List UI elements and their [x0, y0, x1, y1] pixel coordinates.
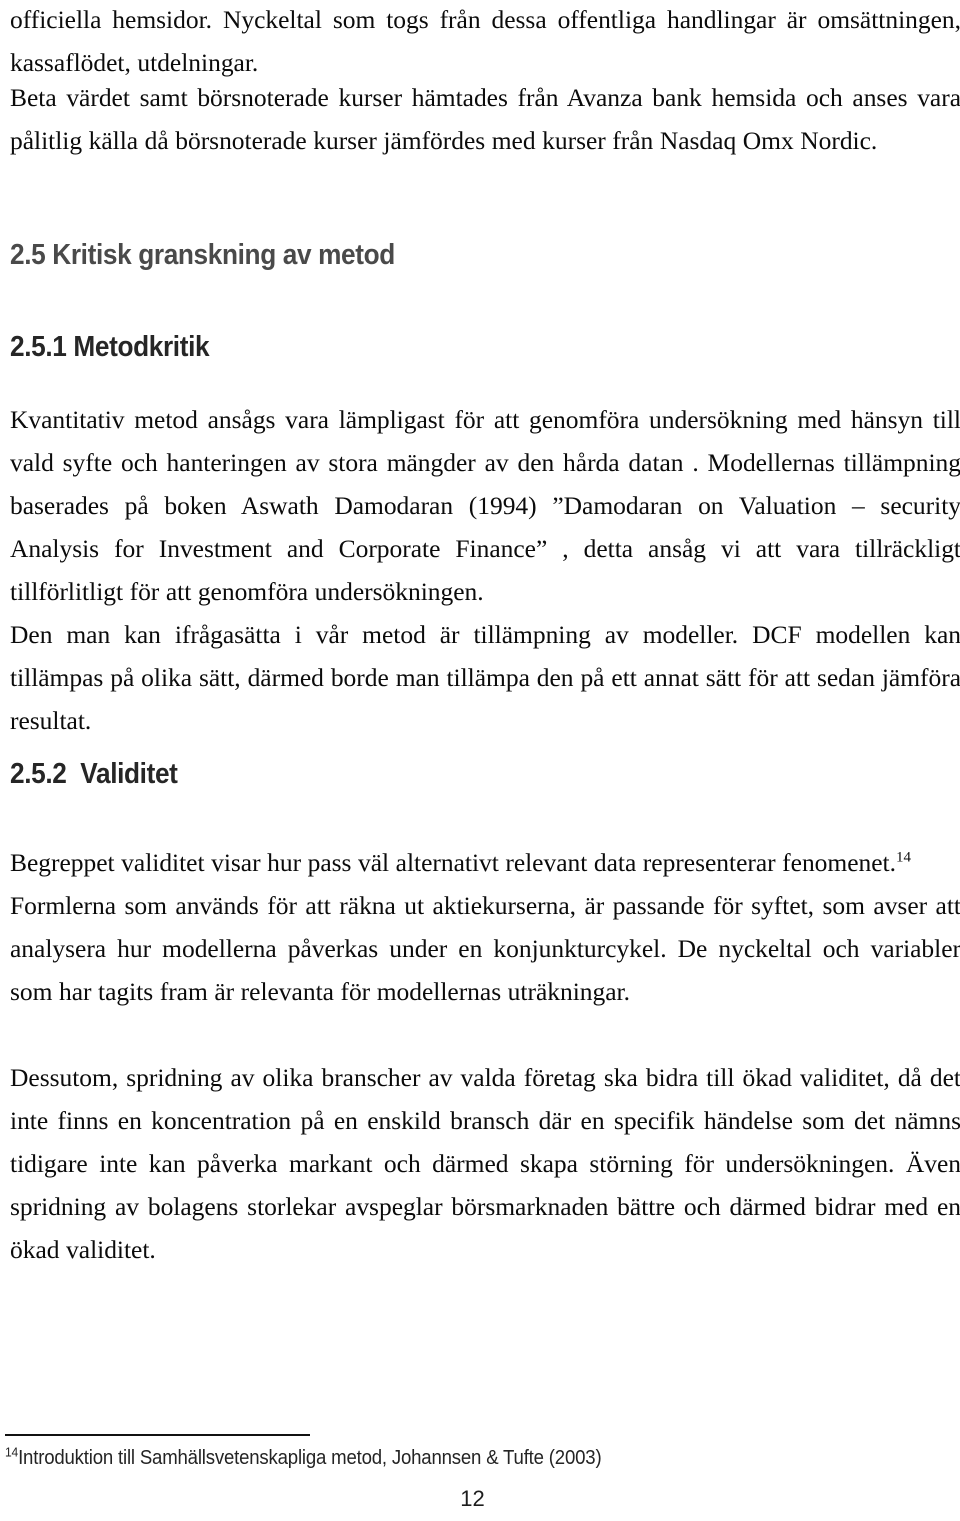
- footnote-reference-14[interactable]: 14: [896, 850, 911, 866]
- page-number: 12: [460, 1486, 485, 1511]
- heading-2-5-kritisk-granskning-av-metod: 2.5 Kritisk granskning av metod: [10, 239, 395, 271]
- footnote-number: 14: [5, 1444, 19, 1460]
- footnote-citation-text: Introduktion till Samhällsvetenskapliga …: [18, 1447, 602, 1469]
- paragraph-metodkritik: Kvantitativ metod ansågs vara lämpligast…: [10, 405, 960, 606]
- footnote-entry: 14Introduktion till Samhällsvetenskaplig…: [5, 1445, 889, 1471]
- heading-2-5-1-metodkritik: 2.5.1 Metodkritik: [10, 331, 210, 363]
- validitet-lead-text: Begreppet validitet visar hur pass väl a…: [10, 848, 896, 877]
- paragraph-intro: officiella hemsidor. Nyckeltal som togs …: [10, 5, 960, 77]
- footnote-separator-rule: [5, 1434, 310, 1436]
- footnote-area: 14Introduktion till Samhällsvetenskaplig…: [5, 1434, 956, 1471]
- paragraph-dcf-modell: Den man kan ifrågasätta i vår metod är t…: [10, 620, 960, 735]
- document-page: officiella hemsidor. Nyckeltal som togs …: [0, 0, 960, 1521]
- paragraph-beta-varde: Beta värdet samt börsnoterade kurser häm…: [10, 83, 960, 155]
- paragraph-formler: Formlerna som används för att räkna ut a…: [10, 891, 960, 1006]
- paragraph-validitet-lead: Begreppet validitet visar hur pass väl a…: [10, 841, 960, 884]
- heading-2-5-2-validitet: 2.5.2 Validitet: [10, 758, 178, 790]
- paragraph-dessutom-spridning: Dessutom, spridning av olika branscher a…: [10, 1063, 960, 1264]
